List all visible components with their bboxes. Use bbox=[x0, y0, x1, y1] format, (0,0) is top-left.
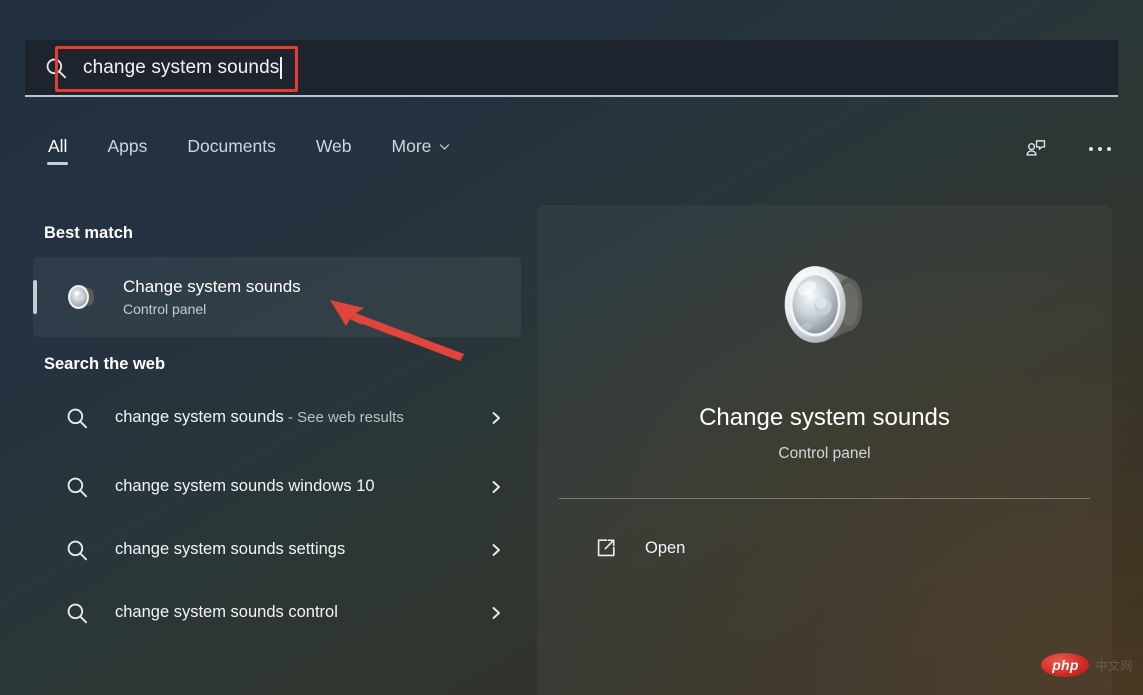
speaker-icon bbox=[766, 245, 884, 368]
open-action-button[interactable]: Open bbox=[551, 523, 1098, 573]
preview-subtitle: Control panel bbox=[537, 445, 1112, 463]
selection-indicator bbox=[33, 280, 37, 314]
search-input-value: change system sounds bbox=[83, 57, 279, 79]
ellipsis-glyph bbox=[1089, 147, 1112, 152]
results-column: Best match bbox=[0, 196, 537, 695]
windows-search-flyout: change system sounds All Apps Documents … bbox=[0, 0, 1143, 695]
tab-apps-label: Apps bbox=[107, 136, 147, 156]
search-icon bbox=[64, 474, 90, 500]
search-filter-tabs: All Apps Documents Web More bbox=[44, 136, 455, 167]
web-result-row[interactable]: change system sounds windows 10 bbox=[17, 455, 521, 518]
chevron-right-icon bbox=[488, 410, 504, 426]
watermark-text: 中文网 bbox=[1095, 657, 1133, 674]
best-match-heading: Best match bbox=[44, 196, 537, 243]
top-action-bar bbox=[1021, 134, 1115, 164]
best-match-text: Change system sounds Control panel bbox=[123, 277, 301, 317]
preview-panel: Change system sounds Control panel Open bbox=[537, 205, 1112, 695]
web-result-label: change system sounds windows 10 bbox=[115, 475, 488, 498]
tab-web[interactable]: Web bbox=[312, 136, 356, 167]
best-match-title: Change system sounds bbox=[123, 277, 301, 297]
web-result-label: change system sounds settings bbox=[115, 538, 488, 561]
web-results-list: change system sounds - See web results c… bbox=[0, 380, 537, 644]
feedback-icon[interactable] bbox=[1021, 134, 1051, 164]
speaker-icon bbox=[62, 277, 102, 317]
web-result-row[interactable]: change system sounds - See web results bbox=[17, 380, 521, 455]
more-options-icon[interactable] bbox=[1085, 134, 1115, 164]
tab-documents-label: Documents bbox=[187, 136, 276, 156]
watermark: php 中文网 bbox=[1041, 653, 1133, 677]
tab-web-label: Web bbox=[316, 136, 352, 156]
web-result-row[interactable]: change system sounds settings bbox=[17, 518, 521, 581]
search-web-heading: Search the web bbox=[44, 337, 537, 374]
best-match-subtitle: Control panel bbox=[123, 301, 301, 317]
search-bar[interactable]: change system sounds bbox=[25, 40, 1118, 97]
web-result-label: change system sounds control bbox=[115, 601, 488, 624]
chevron-down-icon bbox=[438, 140, 451, 153]
preview-hero bbox=[537, 205, 1112, 365]
open-action-label: Open bbox=[645, 539, 685, 558]
search-icon bbox=[64, 405, 90, 431]
chevron-right-icon bbox=[488, 542, 504, 558]
web-result-query: change system sounds bbox=[115, 408, 284, 426]
search-input[interactable]: change system sounds bbox=[83, 48, 1118, 88]
tab-all[interactable]: All bbox=[44, 136, 71, 167]
tab-all-label: All bbox=[48, 136, 67, 156]
text-caret bbox=[280, 57, 282, 79]
tab-apps[interactable]: Apps bbox=[103, 136, 151, 167]
php-logo: php bbox=[1041, 653, 1089, 677]
chevron-right-icon bbox=[488, 479, 504, 495]
web-result-suffix: - See web results bbox=[284, 409, 404, 426]
preview-title: Change system sounds bbox=[537, 404, 1112, 432]
chevron-right-icon bbox=[488, 605, 504, 621]
web-result-label: change system sounds - See web results bbox=[115, 406, 488, 429]
tab-more-label: More bbox=[392, 136, 432, 157]
search-icon bbox=[64, 600, 90, 626]
tab-more[interactable]: More bbox=[388, 136, 456, 167]
search-icon bbox=[64, 537, 90, 563]
open-external-icon bbox=[595, 537, 617, 559]
preview-divider bbox=[559, 498, 1090, 499]
best-match-result[interactable]: Change system sounds Control panel bbox=[33, 257, 521, 337]
web-result-row[interactable]: change system sounds control bbox=[17, 581, 521, 644]
tab-documents[interactable]: Documents bbox=[183, 136, 280, 167]
search-icon bbox=[43, 55, 69, 81]
